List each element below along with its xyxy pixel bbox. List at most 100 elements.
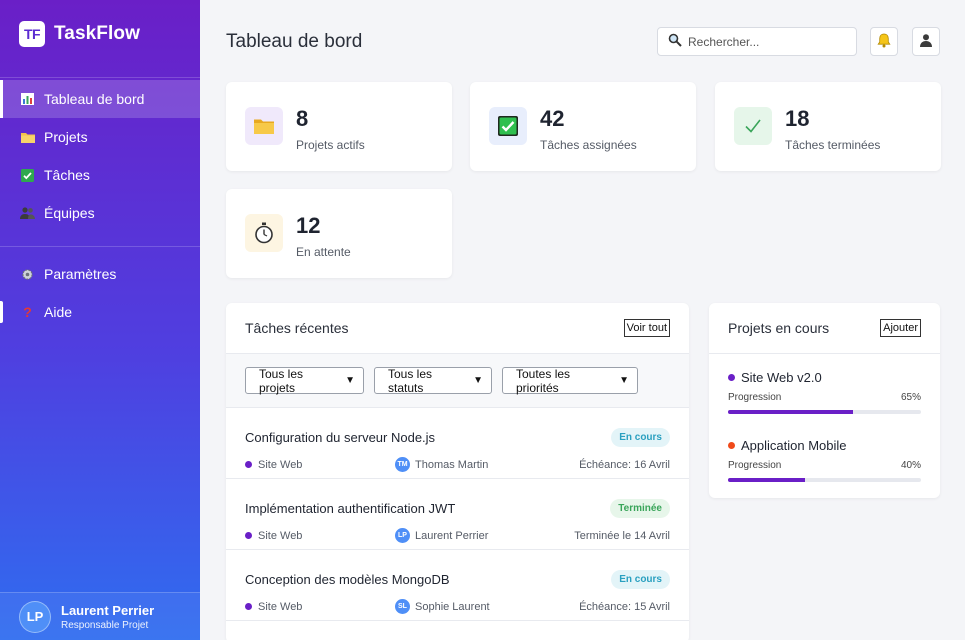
progress-percent: 40%: [900, 460, 921, 471]
brand[interactable]: TF TaskFlow: [0, 0, 200, 68]
search-icon: [668, 33, 682, 50]
notifications-button[interactable]: [870, 27, 898, 56]
task-project: Site Web: [245, 459, 395, 471]
stat-card-taches-terminees[interactable]: 18 Tâches terminées: [715, 82, 941, 171]
profile-button[interactable]: [912, 27, 940, 56]
project-item[interactable]: Site Web v2.0 Progression 65%: [709, 354, 940, 422]
sidebar-nav: Tableau de bord Projets Tâches Équipes P…: [0, 77, 200, 333]
sidebar: TF TaskFlow Tableau de bord Projets Tâch…: [0, 0, 200, 640]
stat-label: En attente: [296, 245, 351, 259]
project-name: Site Web: [258, 600, 303, 613]
task-row[interactable]: Configuration du serveur Node.js En cour…: [226, 408, 689, 479]
project-item[interactable]: Application Mobile Progression 40%: [709, 422, 940, 490]
stat-label: Tâches terminées: [785, 138, 881, 152]
stopwatch-icon: [245, 214, 283, 252]
view-all-button[interactable]: Voir tout: [623, 319, 670, 337]
project-dot: [728, 442, 735, 449]
task-title: Implémentation authentification JWT: [245, 501, 456, 516]
avatar: LP: [19, 600, 51, 633]
card-title: Tâches récentes: [245, 320, 349, 336]
stat-value: 12: [296, 213, 321, 238]
status-badge: En cours: [611, 570, 670, 589]
gear-icon: [20, 267, 35, 282]
stat-value: 42: [540, 106, 565, 131]
user-icon: [919, 33, 933, 50]
sidebar-item-label: Aide: [44, 304, 73, 320]
progress-row: Progression 65%: [728, 392, 921, 403]
card-title: Projets en cours: [728, 320, 830, 336]
progress-percent: 65%: [900, 392, 921, 403]
stat-label: Tâches assignées: [540, 138, 637, 152]
task-title: Configuration du serveur Node.js: [245, 430, 436, 445]
question-icon: ?: [23, 304, 32, 320]
task-meta: Site Web SL Sophie Laurent Échéance: 15 A…: [245, 599, 670, 614]
projects-card: Projets en cours Ajouter Site Web v2.0 P…: [709, 303, 940, 498]
priority-filter-select[interactable]: Toutes les priorités ▼: [502, 367, 638, 395]
nav-divider: [0, 246, 200, 247]
task-row[interactable]: Implémentation authentification JWT Term…: [226, 479, 689, 550]
status-filter-select[interactable]: Tous les statuts ▼: [374, 367, 492, 395]
sidebar-item-equipes[interactable]: Équipes: [0, 194, 200, 232]
sidebar-item-aide[interactable]: ? Aide: [0, 293, 200, 331]
stat-card-en-attente[interactable]: 12 En attente: [226, 189, 452, 278]
bell-icon: [877, 33, 891, 51]
status-badge: Terminée: [610, 499, 670, 518]
checkbox-icon: [489, 107, 527, 145]
project-name: Site Web: [258, 529, 303, 542]
task-project: Site Web: [245, 601, 395, 613]
user-name: Laurent Perrier: [61, 602, 155, 618]
progress-bar: [728, 478, 921, 482]
project-name: Site Web v2.0: [728, 370, 822, 385]
status-badge: En cours: [611, 428, 670, 447]
task-due: Terminée le 14 Avril: [574, 529, 670, 542]
sidebar-item-label: Équipes: [44, 205, 95, 221]
stat-card-taches-assignees[interactable]: 42 Tâches assignées: [470, 82, 696, 171]
chevron-down-icon: ▼: [473, 375, 483, 386]
sidebar-item-label: Paramètres: [44, 266, 117, 282]
add-project-button[interactable]: Ajouter: [880, 319, 921, 337]
stat-label: Projets actifs: [296, 138, 365, 152]
sidebar-item-parametres[interactable]: Paramètres: [0, 255, 200, 293]
task-row[interactable]: Conception des modèles MongoDB En cours …: [226, 550, 689, 621]
project-filter-select[interactable]: Tous les projets ▼: [245, 367, 364, 395]
sidebar-item-taches[interactable]: Tâches: [0, 156, 200, 194]
search-input[interactable]: [688, 34, 848, 49]
task-meta: Site Web LP Laurent Perrier Terminée le 1…: [245, 528, 670, 543]
task-meta: Site Web TM Thomas Martin Échéance: 16 Av…: [245, 457, 670, 472]
progress-label: Progression: [728, 460, 782, 471]
folder-icon: [245, 107, 283, 145]
progress-fill: [728, 410, 854, 414]
chevron-down-icon: ▼: [619, 375, 629, 386]
folder-icon: [20, 130, 35, 145]
avatar: SL: [395, 599, 410, 614]
progress-label: Progression: [728, 392, 782, 403]
sidebar-item-projets[interactable]: Projets: [0, 118, 200, 156]
stat-value: 8: [296, 106, 309, 131]
brand-logo: TF: [19, 21, 45, 47]
progress-fill: [728, 478, 806, 482]
stat-value: 18: [785, 106, 810, 131]
recent-tasks-card: Tâches récentes Voir tout Tous les proje…: [226, 303, 689, 640]
project-title: Site Web v2.0: [741, 370, 822, 385]
assignee-name: Sophie Laurent: [415, 600, 490, 613]
task-assignee: LP Laurent Perrier: [395, 528, 488, 543]
sidebar-item-label: Tableau de bord: [44, 91, 145, 107]
task-filters: Tous les projets ▼ Tous les statuts ▼ To…: [226, 354, 689, 408]
checkbox-icon: [20, 168, 35, 183]
project-name: Site Web: [258, 458, 303, 471]
brand-name: TaskFlow: [54, 23, 140, 44]
page-title: Tableau de bord: [226, 31, 363, 52]
project-title: Application Mobile: [741, 438, 847, 453]
assignee-name: Thomas Martin: [415, 458, 489, 471]
project-dot: [245, 532, 252, 539]
user-role: Responsable Projet: [61, 619, 149, 631]
task-project: Site Web: [245, 530, 395, 542]
card-header: Tâches récentes Voir tout: [226, 303, 689, 354]
sidebar-item-dashboard[interactable]: Tableau de bord: [0, 80, 200, 118]
project-name: Application Mobile: [728, 438, 847, 453]
user-profile[interactable]: LP Laurent Perrier Responsable Projet: [0, 592, 200, 640]
search-box[interactable]: [657, 27, 857, 56]
card-header: Projets en cours Ajouter: [709, 303, 940, 354]
stat-card-projets-actifs[interactable]: 8 Projets actifs: [226, 82, 452, 171]
task-assignee: SL Sophie Laurent: [395, 599, 490, 614]
